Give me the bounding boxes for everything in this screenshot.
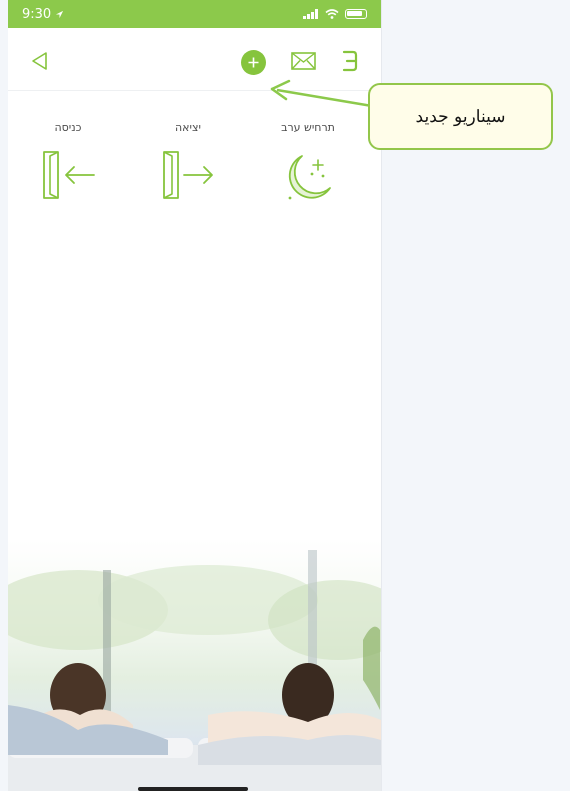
callout-text: سيناريو جديد [415, 106, 506, 127]
new-scenario-callout: سيناريو جديد [368, 83, 553, 150]
